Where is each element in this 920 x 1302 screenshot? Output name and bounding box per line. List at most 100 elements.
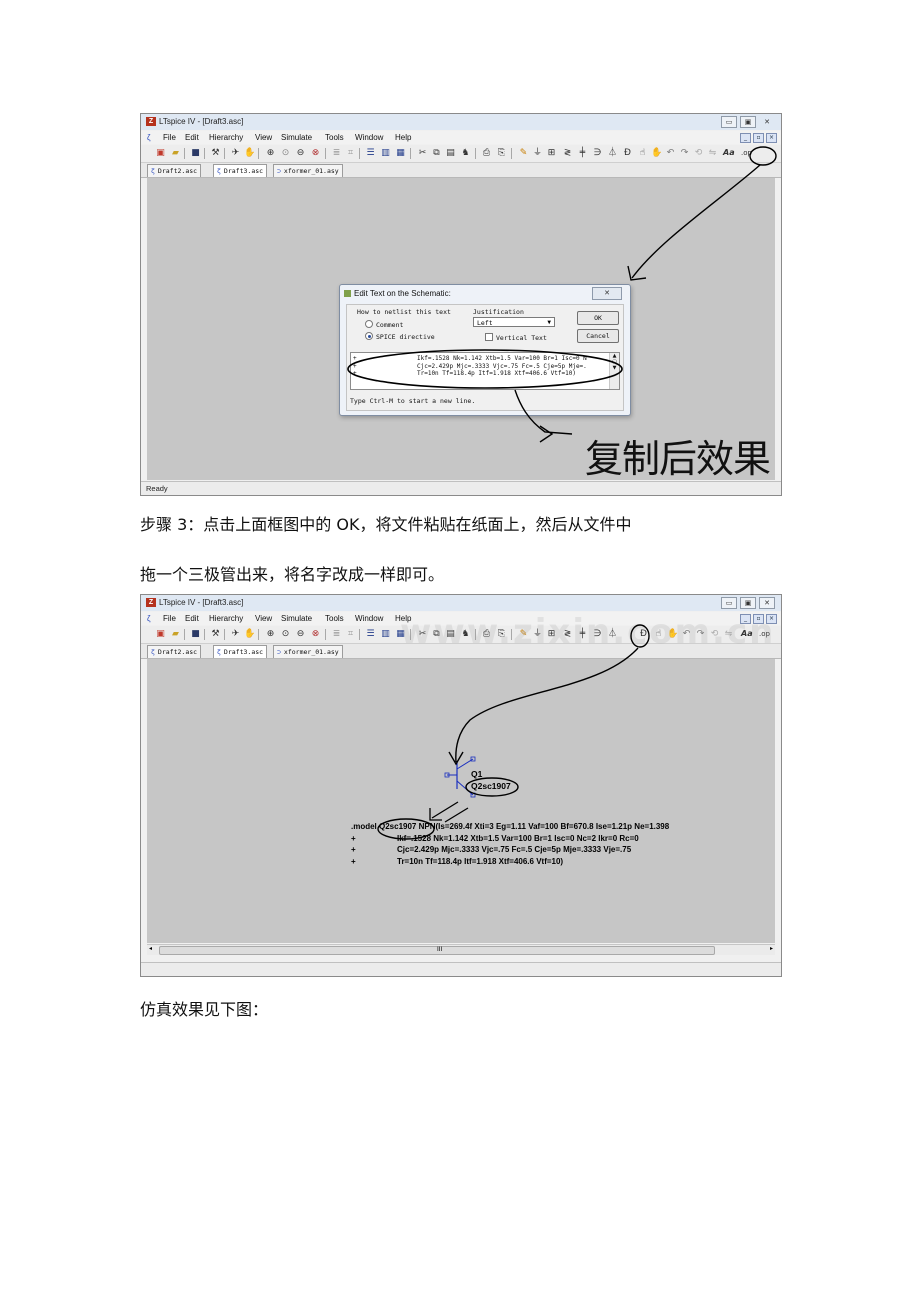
tab-draft2[interactable]: ζ Draft2.asc: [147, 645, 202, 658]
menu-edit[interactable]: Edit: [185, 614, 199, 623]
npn-transistor-symbol[interactable]: [443, 755, 483, 805]
menu-tools[interactable]: Tools: [325, 614, 344, 623]
redo-icon[interactable]: ↷: [679, 147, 690, 159]
find-icon[interactable]: ♞: [460, 147, 471, 159]
menu-hierarchy[interactable]: Hierarchy: [209, 614, 243, 623]
undo-icon[interactable]: ↶: [665, 147, 676, 159]
wire-icon[interactable]: ✎: [518, 147, 529, 159]
pan-icon[interactable]: ⊙: [280, 147, 291, 159]
new-schematic-icon[interactable]: ▣: [155, 147, 166, 159]
radio-spice[interactable]: SPICE directive: [365, 332, 435, 341]
menu-simulate[interactable]: Simulate: [281, 614, 312, 623]
menu-file[interactable]: File: [163, 614, 176, 623]
tab-xformer[interactable]: ⊃ xformer_01.asy: [273, 164, 343, 177]
pan-icon[interactable]: ⊙: [280, 628, 291, 640]
component-ref[interactable]: Q1: [471, 769, 482, 779]
radio-comment-circle[interactable]: [365, 320, 373, 328]
zoom-in-icon[interactable]: ⊕: [265, 628, 276, 640]
radio-spice-circle[interactable]: [365, 332, 373, 340]
menu-window[interactable]: Window: [355, 133, 383, 142]
menu-edit[interactable]: Edit: [185, 133, 199, 142]
tile-vertical-icon[interactable]: ▥: [380, 147, 391, 159]
menu-tools[interactable]: Tools: [325, 133, 344, 142]
spice-directive-icon[interactable]: .op: [741, 147, 752, 159]
maximize-button[interactable]: ▣: [740, 116, 756, 128]
paste-icon[interactable]: ▤: [445, 147, 456, 159]
resistor-icon[interactable]: ≷: [562, 147, 573, 159]
mirror-icon[interactable]: ⇋: [707, 147, 718, 159]
component-value[interactable]: Q2sc1907: [471, 781, 511, 791]
horizontal-scrollbar[interactable]: ◂ III ▸: [147, 944, 775, 955]
inductor-icon[interactable]: ∋: [592, 147, 603, 159]
close-button[interactable]: ✕: [759, 597, 775, 609]
new-schematic-icon[interactable]: ▣: [155, 628, 166, 640]
menu-simulate[interactable]: Simulate: [281, 133, 312, 142]
halt-icon[interactable]: ✋: [244, 628, 255, 640]
copy-icon[interactable]: ⧉: [431, 147, 442, 159]
menu-view[interactable]: View: [255, 614, 272, 623]
tab-xformer[interactable]: ⊃ xformer_01.asy: [273, 645, 343, 658]
save-icon[interactable]: ■: [190, 628, 201, 640]
menu-window[interactable]: Window: [355, 614, 383, 623]
tab-draft3[interactable]: ζ Draft3.asc: [213, 164, 268, 177]
ok-button[interactable]: OK: [577, 311, 619, 325]
zoom-out-icon[interactable]: ⊖: [295, 147, 306, 159]
drag-icon[interactable]: ✋: [651, 147, 662, 159]
run-icon[interactable]: ✈: [230, 147, 241, 159]
vertical-text-checkbox[interactable]: Vertical Text: [485, 333, 547, 342]
open-folder-icon[interactable]: ▰: [170, 628, 181, 640]
run-icon[interactable]: ✈: [230, 628, 241, 640]
menu-help[interactable]: Help: [395, 133, 411, 142]
justification-select[interactable]: Left ▼: [473, 317, 555, 327]
grid-icon[interactable]: ⌗: [345, 628, 356, 640]
tile-horizontal-icon[interactable]: ☰: [365, 628, 376, 640]
schematic-canvas[interactable]: Q1 Q2sc1907 .model Q2sc1907 NPN(Is=269.4…: [147, 659, 775, 943]
minimize-button[interactable]: ▭: [721, 597, 737, 609]
cascade-icon[interactable]: ▦: [395, 147, 406, 159]
print-icon[interactable]: ⎘: [496, 147, 507, 159]
maximize-button[interactable]: ▣: [740, 597, 756, 609]
grid-icon[interactable]: ⌗: [345, 147, 356, 159]
cancel-button[interactable]: Cancel: [577, 329, 619, 343]
tile-vertical-icon[interactable]: ▥: [380, 628, 391, 640]
scroll-right-icon[interactable]: ▸: [770, 945, 773, 952]
text-icon[interactable]: Aa: [723, 147, 735, 159]
label-net-icon[interactable]: ⊞: [546, 147, 557, 159]
autorange-icon[interactable]: ≣: [331, 147, 342, 159]
rotate-icon[interactable]: ⟲: [693, 147, 704, 159]
model-directive[interactable]: .model Q2sc1907 NPN(Is=269.4f Xti=3 Eg=1…: [351, 821, 669, 867]
close-button[interactable]: ✕: [759, 116, 775, 128]
mdi-close-button[interactable]: ×: [766, 133, 777, 143]
save-icon[interactable]: ■: [190, 147, 201, 159]
diode-icon[interactable]: ⏃: [607, 147, 618, 159]
halt-icon[interactable]: ✋: [244, 147, 255, 159]
menu-file[interactable]: File: [163, 133, 176, 142]
text-scrollbar[interactable]: ▲ ▢ ▼: [609, 353, 619, 389]
zoom-fit-icon[interactable]: ⊗: [310, 147, 321, 159]
checkbox-box[interactable]: [485, 333, 493, 341]
zoom-out-icon[interactable]: ⊖: [295, 628, 306, 640]
zoom-fit-icon[interactable]: ⊗: [310, 628, 321, 640]
autorange-icon[interactable]: ≣: [331, 628, 342, 640]
move-icon[interactable]: ☝: [637, 147, 648, 159]
control-panel-icon[interactable]: ⚒: [210, 628, 221, 640]
menu-hierarchy[interactable]: Hierarchy: [209, 133, 243, 142]
ground-icon[interactable]: ⏚: [532, 147, 543, 159]
dialog-close-button[interactable]: ✕: [592, 287, 622, 300]
minimize-button[interactable]: ▭: [721, 116, 737, 128]
radio-comment[interactable]: Comment: [365, 320, 403, 329]
open-folder-icon[interactable]: ▰: [170, 147, 181, 159]
zoom-in-icon[interactable]: ⊕: [265, 147, 276, 159]
control-panel-icon[interactable]: ⚒: [210, 147, 221, 159]
tab-draft2[interactable]: ζ Draft2.asc: [147, 164, 202, 177]
print-preview-icon[interactable]: ⎙: [481, 147, 492, 159]
scroll-left-icon[interactable]: ◂: [149, 945, 152, 952]
mdi-minimize-button[interactable]: _: [740, 133, 751, 143]
capacitor-icon[interactable]: ╪: [577, 147, 588, 159]
scroll-thumb[interactable]: III: [159, 946, 715, 955]
tab-draft3[interactable]: ζ Draft3.asc: [213, 645, 268, 658]
cut-icon[interactable]: ✂: [417, 147, 428, 159]
component-icon[interactable]: Ð: [622, 147, 633, 159]
tile-horizontal-icon[interactable]: ☰: [365, 147, 376, 159]
directive-text-input[interactable]: + + + Ikf=.1528 Nk=1.142 Xtb=1.5 Var=100…: [350, 352, 620, 390]
